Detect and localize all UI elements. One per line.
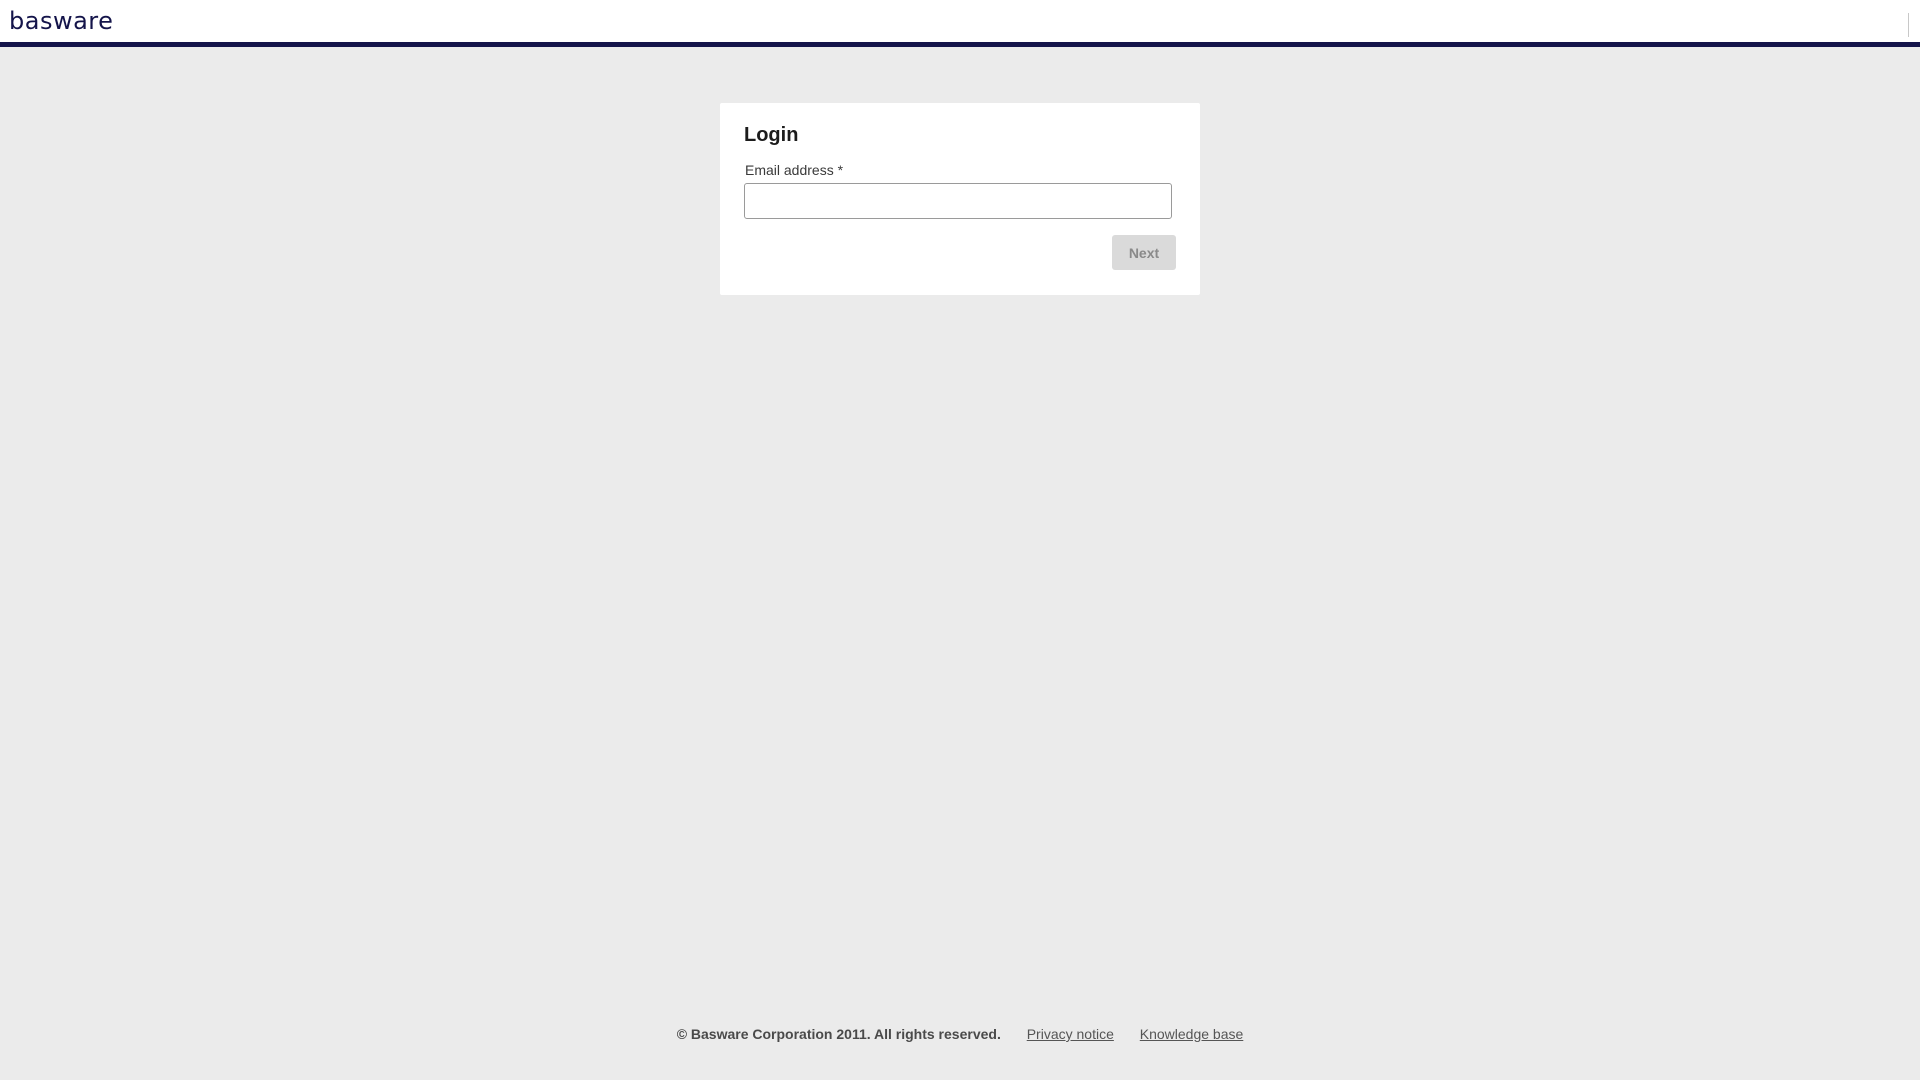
next-button[interactable]: Next xyxy=(1112,235,1176,270)
footer: © Basware Corporation 2011. All rights r… xyxy=(0,1024,1920,1044)
login-title: Login xyxy=(744,124,799,146)
knowledge-base-link[interactable]: Knowledge base xyxy=(1140,1024,1244,1044)
basware-logo[interactable]: basware xyxy=(9,7,113,35)
privacy-notice-link[interactable]: Privacy notice xyxy=(1027,1024,1114,1044)
email-input[interactable] xyxy=(744,183,1172,219)
email-label: Email address * xyxy=(745,162,844,178)
copyright-text: © Basware Corporation 2011. All rights r… xyxy=(676,1026,1001,1042)
top-header-bar: basware xyxy=(0,0,1920,47)
header-divider xyxy=(1908,13,1909,37)
login-card: Login Email address * Next xyxy=(720,103,1200,295)
